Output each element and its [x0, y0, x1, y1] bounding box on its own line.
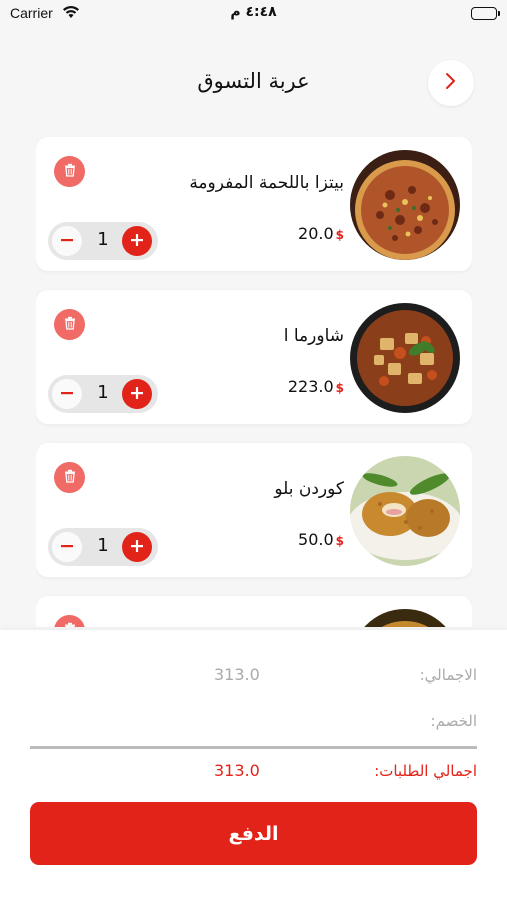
minus-icon — [60, 232, 74, 251]
status-time: ٤:٤٨ م — [230, 4, 277, 20]
trash-icon — [63, 468, 77, 487]
price-value: 50.0 — [298, 530, 334, 549]
decrease-button[interactable] — [52, 532, 82, 562]
order-summary: الاجمالي: 313.0 الخصم: اجمالي الطلبات: 3… — [0, 630, 507, 900]
status-bar: Carrier ٤:٤٨ م — [0, 0, 507, 30]
item-name: شاورما ا — [283, 326, 344, 346]
delete-button[interactable] — [54, 615, 85, 627]
decrease-button[interactable] — [52, 379, 82, 409]
decrease-button[interactable] — [52, 226, 82, 256]
minus-icon — [60, 385, 74, 404]
increase-button[interactable] — [122, 532, 152, 562]
item-image — [350, 609, 460, 627]
delete-button[interactable] — [54, 462, 85, 493]
item-name: كوردن بلو — [274, 479, 344, 499]
quantity-value: 1 — [97, 229, 109, 250]
item-image — [350, 456, 460, 566]
item-name: بيتزا باللحمة المفرومة — [189, 173, 344, 193]
cart-list[interactable]: بيتزا باللحمة المفرومة 20.0 $ 1 شاورما ا… — [36, 137, 472, 627]
cart-item: كوردن بلو 50.0 $ 1 — [36, 443, 472, 577]
back-button[interactable] — [428, 60, 474, 106]
cart-item: بيتزا باللحمة المفرومة 20.0 $ 1 — [36, 137, 472, 271]
minus-icon — [60, 538, 74, 557]
increase-button[interactable] — [122, 379, 152, 409]
quantity-stepper: 1 — [48, 528, 158, 566]
currency-symbol: $ — [335, 228, 344, 242]
total-value: 313.0 — [214, 665, 260, 684]
trash-icon — [63, 162, 77, 181]
cart-item-partial — [36, 596, 472, 627]
price-value: 20.0 — [298, 224, 334, 243]
plus-icon — [130, 385, 144, 404]
currency-symbol: $ — [335, 381, 344, 395]
grand-total-value: 313.0 — [214, 761, 260, 780]
trash-icon — [63, 315, 77, 334]
carrier-label: Carrier — [10, 5, 53, 21]
cart-item: شاورما ا 223.0 $ 1 — [36, 290, 472, 424]
delete-button[interactable] — [54, 309, 85, 340]
currency-symbol: $ — [335, 534, 344, 548]
grand-total-label: اجمالي الطلبات: — [374, 762, 477, 780]
item-price: 223.0 $ — [288, 377, 344, 396]
wifi-icon — [62, 5, 80, 23]
quantity-stepper: 1 — [48, 375, 158, 413]
quantity-value: 1 — [97, 382, 109, 403]
chevron-right-icon — [444, 72, 458, 94]
increase-button[interactable] — [122, 226, 152, 256]
quantity-stepper: 1 — [48, 222, 158, 260]
item-price: 20.0 $ — [298, 224, 344, 243]
quantity-value: 1 — [97, 535, 109, 556]
trash-icon — [63, 621, 77, 627]
delete-button[interactable] — [54, 156, 85, 187]
divider — [30, 746, 477, 749]
item-image — [350, 150, 460, 260]
header: عربة التسوق — [0, 55, 507, 111]
price-value: 223.0 — [287, 377, 334, 396]
battery-icon — [471, 7, 500, 20]
item-price: 50.0 $ — [298, 530, 344, 549]
pay-button[interactable]: الدفع — [30, 802, 477, 865]
plus-icon — [130, 538, 144, 557]
item-image — [350, 303, 460, 413]
plus-icon — [130, 232, 144, 251]
discount-label: الخصم: — [430, 712, 477, 730]
total-label: الاجمالي: — [419, 666, 477, 684]
